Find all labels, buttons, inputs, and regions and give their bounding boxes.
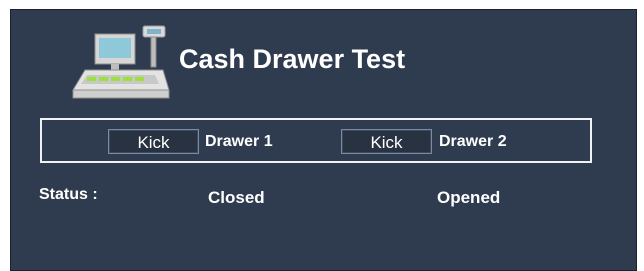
kick-drawer-2-button[interactable]: Kick bbox=[341, 129, 432, 154]
drawer-1-status: Closed bbox=[208, 188, 265, 207]
kick-drawer-1-button[interactable]: Kick bbox=[108, 129, 199, 154]
status-label: Status : bbox=[39, 186, 98, 203]
page-title: Cash Drawer Test bbox=[179, 44, 406, 74]
cash-drawer-window: Cash Drawer Test Kick Drawer 1 Kick Draw… bbox=[10, 9, 637, 271]
drawer-2-status: Opened bbox=[437, 188, 501, 207]
drawer-1-label: Drawer 1 bbox=[205, 133, 273, 150]
cash-register-icon bbox=[72, 25, 170, 99]
drawer-2-label: Drawer 2 bbox=[439, 133, 507, 150]
kick-panel: Kick Drawer 1 Kick Drawer 2 bbox=[40, 118, 592, 163]
